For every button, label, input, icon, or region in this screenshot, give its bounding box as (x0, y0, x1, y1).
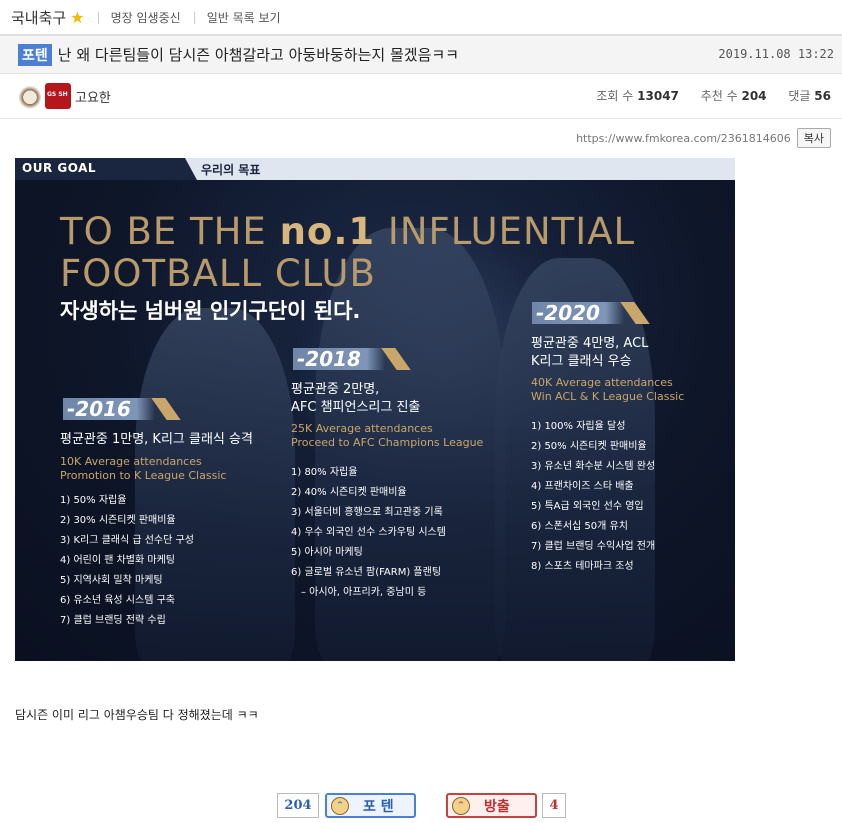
likes-count: 204 (741, 89, 767, 103)
list-item: 2) 50% 시즌티켓 판매비율 (531, 441, 647, 452)
list-item: 3) K리그 클래식 급 선수단 구성 (60, 535, 194, 546)
views-count: 13047 (637, 89, 679, 103)
upvote-label: 포 텐 (363, 798, 394, 815)
divider: | (96, 10, 101, 24)
banner-subhead: 자생하는 넘버원 인기구단이 된다. (60, 299, 361, 323)
copy-url-button[interactable]: 복사 (796, 128, 831, 148)
banner-headline: TO BE THE no.1 INFLUENTIAL (60, 210, 635, 253)
goal-2020-eng-1: 40K Average attendances (531, 376, 673, 389)
downvote-count: 4 (542, 793, 566, 818)
year-2020: -2020 (532, 302, 624, 324)
post-title-bar: 포텐 난 왜 다른팀들이 담시즌 아챔갈라고 아둥바둥하는지 몰겠음ㅋㅋ 201… (0, 34, 842, 73)
list-item: – 아시아, 아프리카, 중남미 등 (301, 587, 427, 598)
goal-2020-eng-2: Win ACL & K League Classic (531, 390, 685, 403)
list-item: 6) 글로벌 유소년 팜(FARM) 플랜팅 (291, 567, 442, 578)
list-item: 1) 80% 자립율 (291, 467, 358, 478)
vote-area: 204 ᵔ 포 텐 ᵔ 방출 4 (0, 793, 842, 823)
comments-count[interactable]: 56 (814, 89, 831, 103)
team-badge-icon: GS SH (45, 83, 71, 109)
post-image[interactable]: OUR GOAL 우리의 목표 TO BE THE no.1 INFLUENTI… (15, 158, 735, 661)
goal-2018-head-2: AFC 챔피언스리그 진출 (291, 400, 421, 415)
likes-label: 추천 수 (700, 89, 738, 103)
angry-face-icon: ᵔ (452, 796, 470, 815)
top-link-list[interactable]: 일반 목록 보기 (207, 9, 281, 26)
list-item: 1) 100% 자립율 달성 (531, 421, 626, 432)
board-name[interactable]: 국내축구 (11, 7, 66, 28)
post-url-line: https://www.fmkorea.com/2361814606 복사 (576, 128, 831, 148)
thumbs-face-icon: ᵔ (331, 796, 349, 815)
headline-no1: no.1 (279, 210, 376, 253)
list-item: 7) 클럽 브랜딩 수익사업 전개 (531, 541, 656, 552)
goal-2018-head-1: 평균관중 2만명, (291, 382, 380, 397)
goal-2020-list: 1) 100% 자립율 달성 2) 50% 시즌티켓 판매비율 3) 유소년 화… (531, 417, 655, 577)
goal-2018-eng-1: 25K Average attendances (291, 422, 433, 435)
list-item: 3) 유소년 화수분 시스템 완성 (531, 461, 656, 472)
list-item: 3) 서울더비 흥행으로 최고관중 기록 (291, 507, 443, 518)
list-item: 7) 클럽 브랜딩 전략 수립 (60, 615, 166, 626)
goal-2016-eng-1: 10K Average attendances (60, 455, 202, 468)
goal-2016-head: 평균관중 1만명, K리그 클래식 승격 (60, 432, 253, 447)
post-body: 담시즌 이미 리그 아챔우승팀 다 정해졌는데 ㅋㅋ (15, 708, 259, 722)
list-item: 2) 30% 시즌티켓 판매비율 (60, 515, 176, 526)
year-2016: -2016 (63, 398, 155, 420)
goal-2018-list: 1) 80% 자립율 2) 40% 시즌티켓 판매비율 3) 서울더비 흥행으로… (291, 463, 446, 603)
downvote-button[interactable]: ᵔ 방출 (446, 793, 537, 818)
top-link-best[interactable]: 명장 임생중신 (111, 9, 181, 26)
list-item: 6) 유소년 육성 시스템 구축 (60, 595, 175, 606)
list-item: 5) 아시아 마케팅 (291, 547, 363, 558)
list-item: 4) 프랜차이즈 스타 배출 (531, 481, 634, 492)
category-badge[interactable]: 포텐 (18, 43, 52, 66)
post-date: 2019.11.08 13:22 (718, 47, 834, 61)
post-meta: GS SH 고요한 조회 수 13047 추천 수 204 댓글 56 (0, 73, 842, 119)
upvote-count: 204 (277, 793, 319, 818)
headline-post: INFLUENTIAL (375, 210, 636, 253)
downvote-label: 방출 (484, 798, 510, 815)
goal-2020-head-2: K리그 클래식 우승 (531, 354, 632, 369)
banner-tab-korean: 우리의 목표 (201, 163, 261, 177)
views-label: 조회 수 (596, 89, 634, 103)
divider: | (192, 10, 197, 24)
upvote-button[interactable]: ᵔ 포 텐 (325, 793, 416, 818)
post-url[interactable]: https://www.fmkorea.com/2361814606 (576, 132, 791, 145)
list-item: 1) 50% 자립율 (60, 495, 127, 506)
goal-2018-eng-2: Proceed to AFC Champions League (291, 436, 484, 449)
post-title: 난 왜 다른팀들이 담시즌 아챔갈라고 아둥바둥하는지 몰겠음ㅋㅋ (57, 46, 459, 64)
list-item: 4) 어린이 팬 차별화 마케팅 (60, 555, 175, 566)
comments-label: 댓글 (788, 89, 811, 103)
avatar[interactable] (17, 83, 43, 109)
year-2018: -2018 (293, 348, 385, 370)
banner-tab-our-goal: OUR GOAL (15, 158, 197, 180)
goal-2016-list: 1) 50% 자립율 2) 30% 시즌티켓 판매비율 3) K리그 클래식 급… (60, 491, 194, 631)
list-item: 2) 40% 시즌티켓 판매비율 (291, 487, 407, 498)
list-item: 4) 우수 외국인 선수 스카우팅 시스템 (291, 527, 446, 538)
banner-tab-row: OUR GOAL 우리의 목표 (15, 158, 735, 180)
list-item: 6) 스폰서십 50개 유치 (531, 521, 628, 532)
goal-2020-head-1: 평균관중 4만명, ACL (531, 336, 649, 351)
list-item: 8) 스포츠 테마파크 조성 (531, 561, 634, 572)
banner-headline-line2: FOOTBALL CLUB (60, 252, 376, 295)
star-icon[interactable]: ★ (70, 8, 84, 27)
goal-2016-eng-2: Promotion to K League Classic (60, 469, 227, 482)
post-stats: 조회 수 13047 추천 수 204 댓글 56 (596, 87, 831, 104)
list-item: 5) 지역사회 밀착 마케팅 (60, 575, 163, 586)
board-header: 국내축구 ★ | 명장 임생중신 | 일반 목록 보기 (0, 0, 842, 34)
headline-pre: TO BE THE (60, 210, 280, 253)
author-name[interactable]: 고요한 (75, 87, 111, 106)
list-item: 5) 특A급 외국인 선수 영입 (531, 501, 644, 512)
